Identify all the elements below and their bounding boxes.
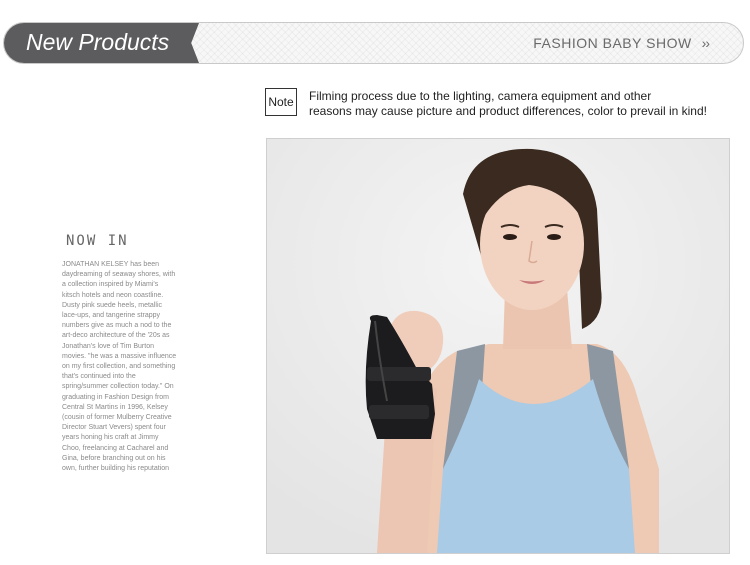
article-line: that's continued into the	[62, 373, 136, 381]
note-label: Note	[265, 88, 297, 116]
article-line: JONATHAN KELSEY has been	[62, 261, 160, 268]
article-line: a collection inspired by Miami's	[62, 281, 159, 289]
article-line: art-deco architecture of the '20s as	[62, 332, 170, 340]
note-line-2: reasons may cause picture and product di…	[309, 104, 707, 118]
article-line: daydreaming of seaway shores, with	[62, 271, 176, 279]
header-banner: New Products FASHION BABY SHOW ››	[3, 22, 744, 64]
banner-title: New Products	[26, 29, 170, 55]
article-line: on my first collection, and something	[62, 363, 176, 371]
article-line: spring/summer collection today." On	[62, 383, 174, 391]
article-line: Jonathan's love of Tim Burton	[62, 342, 154, 350]
article-line: lace-ups, and tangerine strappy	[62, 312, 161, 320]
product-photo	[266, 138, 730, 554]
double-chevron-right-icon: ››	[701, 35, 710, 51]
banner-title-block: New Products	[4, 23, 199, 63]
article-line: graduating in Fashion Design from	[62, 393, 170, 401]
article-line: kitsch hotels and neon coastline.	[62, 291, 164, 299]
article-line: own, further building his reputation	[62, 465, 170, 473]
article-line: Director Stuart Vevers) spent four	[62, 424, 166, 432]
article-line: (cousin of former Mulberry Creative	[62, 414, 172, 422]
article-line: years honing his craft at Jimmy	[62, 434, 159, 442]
fashion-show-link[interactable]: FASHION BABY SHOW ››	[533, 35, 710, 51]
side-heading: NOW IN	[66, 233, 129, 249]
note-text: Filming process due to the lighting, cam…	[309, 89, 707, 119]
article-line: Choo, freelancing at Cacharel and	[62, 444, 169, 452]
banner-subtitle: FASHION BABY SHOW	[533, 35, 692, 51]
article-line: movies. "he was a massive influence	[62, 352, 177, 360]
note-line-1: Filming process due to the lighting, cam…	[309, 89, 652, 103]
side-article: JONATHAN KELSEY has been daydreaming of s…	[62, 260, 182, 474]
article-line: numbers give as much a nod to the	[62, 322, 172, 330]
article-line: Dusty pink suede heels, metallic	[62, 301, 162, 309]
article-line: Gina, before branching out on his	[62, 454, 166, 462]
article-line: Central St Martins in 1996, Kelsey	[62, 403, 168, 411]
